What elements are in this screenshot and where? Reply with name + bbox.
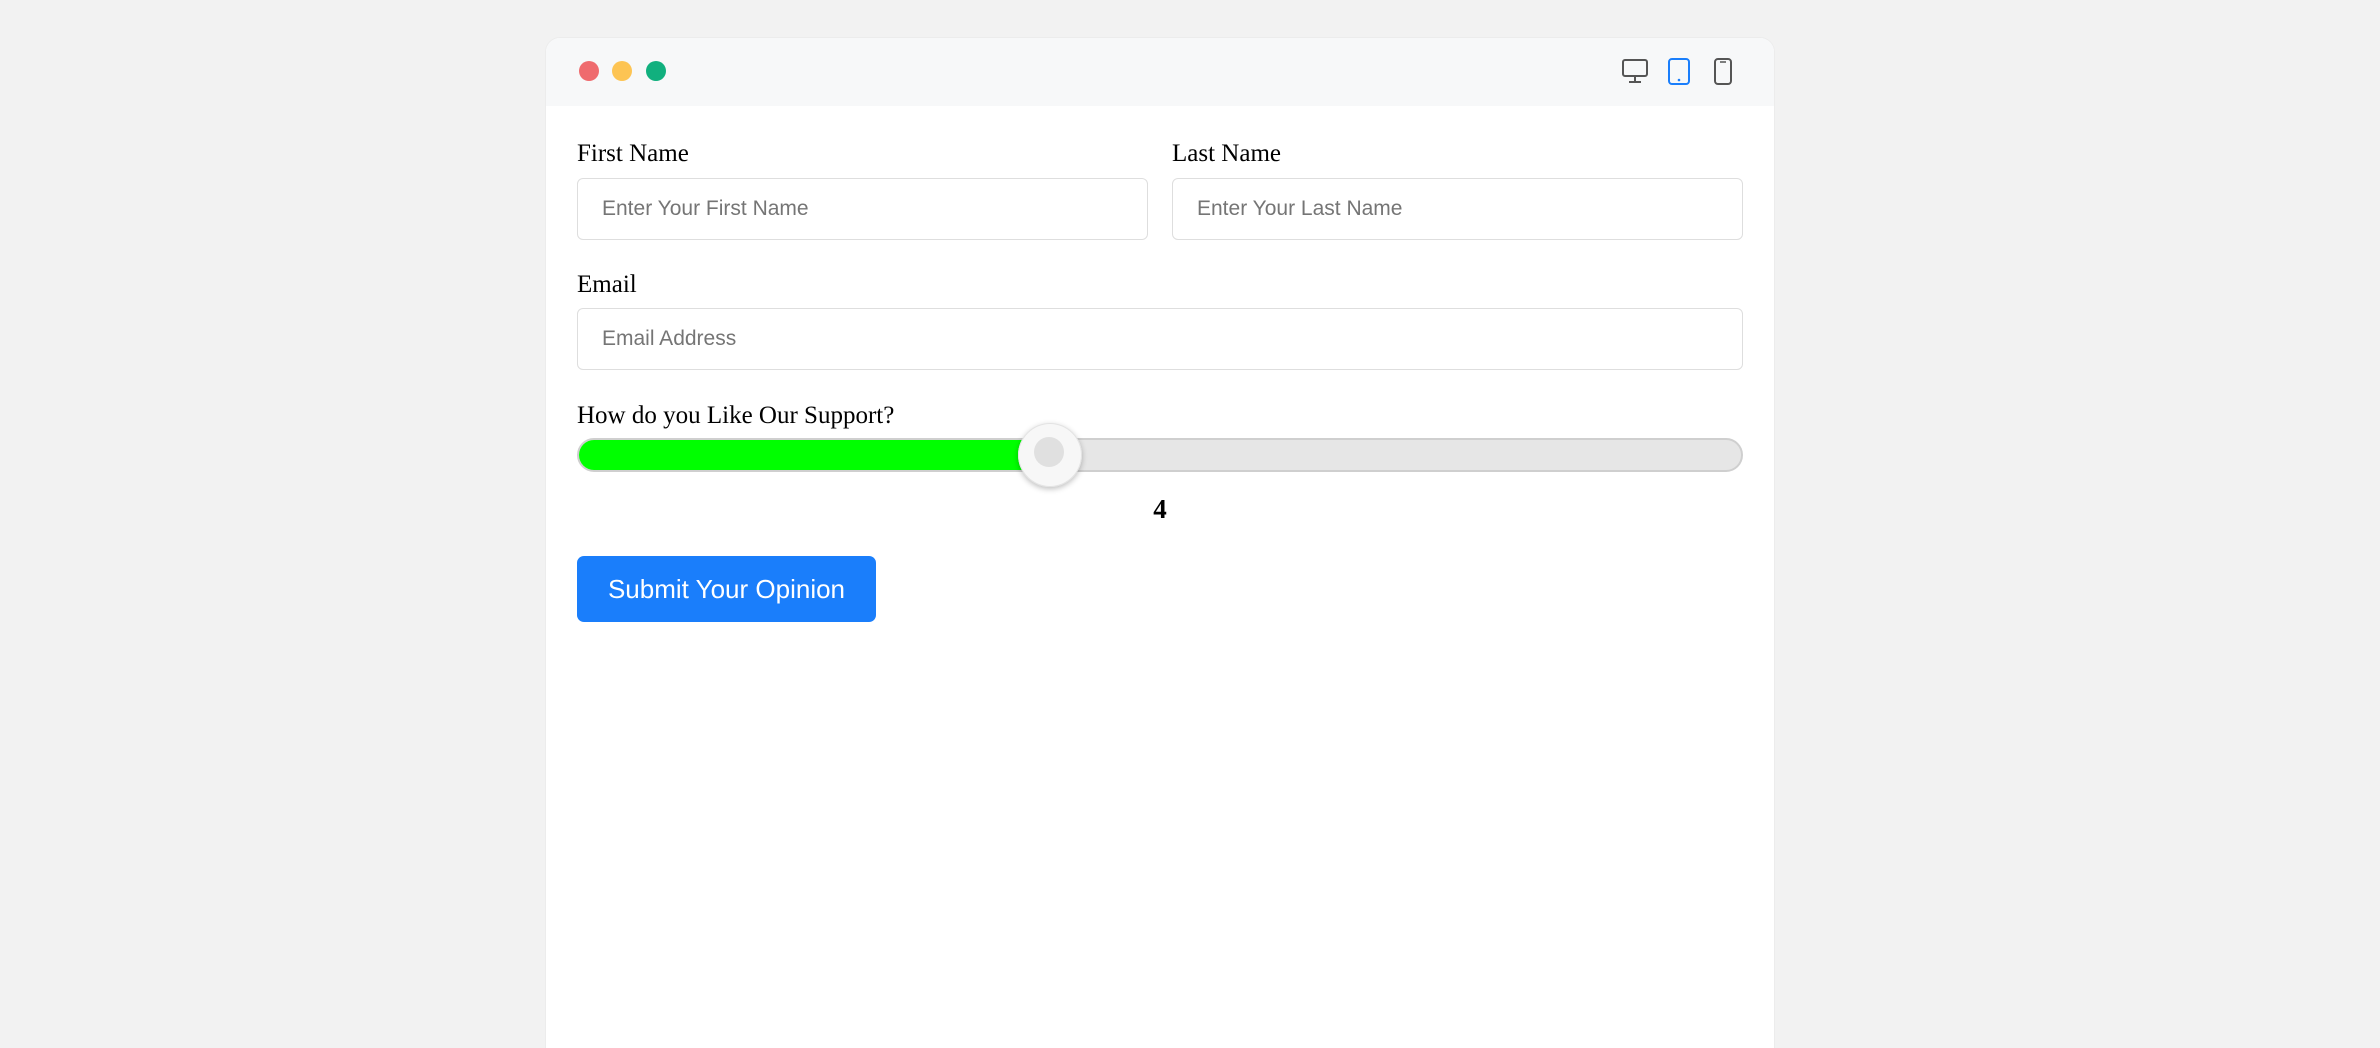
last-name-label: Last Name	[1172, 140, 1281, 167]
support-rating-value: 4	[1153, 494, 1167, 524]
slider-fill	[579, 440, 1051, 470]
first-name-input[interactable]	[577, 178, 1148, 240]
last-name-input[interactable]	[1172, 178, 1743, 240]
maximize-window-button[interactable]	[646, 61, 666, 81]
app-window: First Name Last Name Email How do you Li…	[546, 38, 1774, 1048]
tablet-icon[interactable]	[1666, 57, 1692, 92]
minimize-window-button[interactable]	[612, 61, 632, 81]
support-rating-slider[interactable]	[577, 438, 1743, 472]
support-rating-label: How do you Like Our Support?	[577, 402, 895, 429]
window-titlebar	[546, 38, 1774, 106]
close-window-button[interactable]	[579, 61, 599, 81]
email-label: Email	[577, 271, 637, 298]
desktop-icon[interactable]	[1620, 57, 1650, 90]
first-name-label: First Name	[577, 140, 689, 167]
mobile-icon[interactable]	[1712, 57, 1734, 92]
email-input[interactable]	[577, 308, 1743, 370]
slider-thumb[interactable]	[1018, 423, 1083, 487]
slider-thumb-center	[1034, 437, 1065, 467]
submit-opinion-button[interactable]: Submit Your Opinion	[577, 556, 876, 622]
